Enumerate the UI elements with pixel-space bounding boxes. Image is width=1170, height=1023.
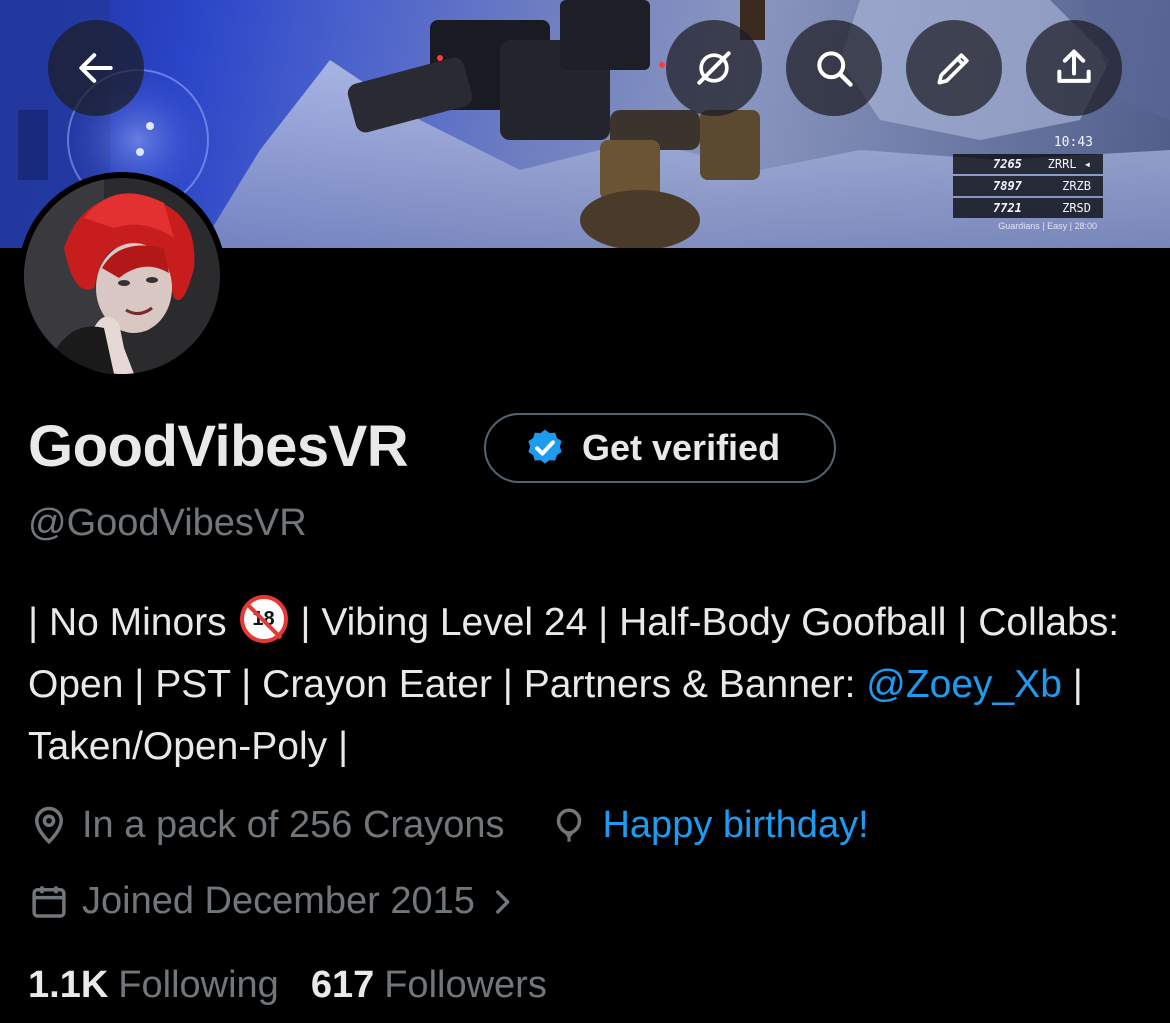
grok-icon <box>697 51 731 85</box>
hud-clock: 10:43 <box>1053 135 1093 150</box>
avatar-image <box>24 178 220 374</box>
get-verified-button[interactable]: Get verified <box>484 413 836 483</box>
get-verified-label: Get verified <box>582 427 781 468</box>
balloon-icon <box>557 807 582 842</box>
share-button[interactable] <box>1026 20 1122 116</box>
following-link[interactable]: 1.1K Following <box>28 964 279 1007</box>
edit-button[interactable] <box>906 20 1002 116</box>
arrow-left-icon <box>79 53 113 83</box>
chevron-right-icon <box>495 889 510 914</box>
search-icon <box>817 51 853 87</box>
hud-score-row: 7265 ZRRL ◂ <box>953 154 1103 174</box>
hud-mode: Guardians | Easy | 28:00 <box>998 221 1097 231</box>
game-hud: 10:43 7265 ZRRL ◂ 7897 ZRZB 7721 ZRSD Gu… <box>953 132 1103 231</box>
calendar-icon <box>32 885 66 918</box>
followers-label: Followers <box>384 964 547 1006</box>
following-label: Following <box>118 964 279 1006</box>
birthday-link[interactable]: Happy birthday! <box>602 804 868 847</box>
location-item: In a pack of 256 Crayons <box>28 804 504 847</box>
share-icon <box>1057 49 1091 83</box>
bio-mention-link[interactable]: @Zoey_Xb <box>866 663 1062 706</box>
follow-stats: 1.1K Following 617 Followers <box>28 964 547 1007</box>
pencil-icon <box>937 53 969 85</box>
verified-badge-icon <box>528 429 562 464</box>
search-button[interactable] <box>786 20 882 116</box>
joined-date: Joined December 2015 <box>82 880 475 922</box>
back-button[interactable] <box>48 20 144 116</box>
avatar[interactable] <box>18 172 226 380</box>
profile-bio: | No Minors | Vibing Level 24 | Half-Bod… <box>28 592 1148 778</box>
hud-score-row: 7897 ZRZB <box>953 176 1103 196</box>
hud-score-row: 7721 ZRSD <box>953 198 1103 218</box>
display-name: GoodVibesVR <box>28 414 409 479</box>
no-minors-icon <box>239 595 288 643</box>
followers-link[interactable]: 617 Followers <box>311 964 547 1007</box>
user-handle: @GoodVibesVR <box>28 502 307 544</box>
profile-meta-row: In a pack of 256 Crayons Happy birthday! <box>28 804 869 847</box>
location-pin-icon <box>34 806 64 844</box>
following-count: 1.1K <box>28 964 109 1006</box>
location-text: In a pack of 256 Crayons <box>82 804 505 846</box>
followers-count: 617 <box>310 964 375 1006</box>
joined-row[interactable]: Joined December 2015 <box>28 880 519 923</box>
birthday-item[interactable]: Happy birthday! <box>548 804 869 847</box>
grok-button[interactable] <box>666 20 762 116</box>
